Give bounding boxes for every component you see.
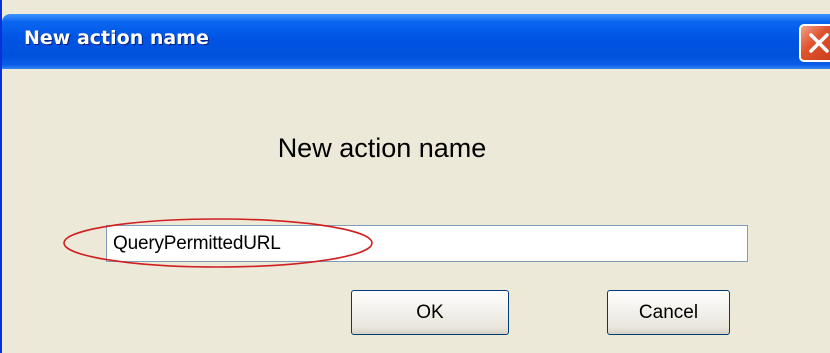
cancel-button[interactable]: Cancel [607,290,730,335]
close-icon [809,33,829,53]
action-name-input[interactable] [106,225,748,262]
dialog-window: New action name New action name OK Cance… [0,0,830,353]
title-bar[interactable]: New action name [2,14,830,69]
dialog-heading: New action name [277,133,487,163]
ok-button[interactable]: OK [351,290,509,335]
close-button[interactable] [799,24,830,62]
window-title: New action name [24,27,209,49]
